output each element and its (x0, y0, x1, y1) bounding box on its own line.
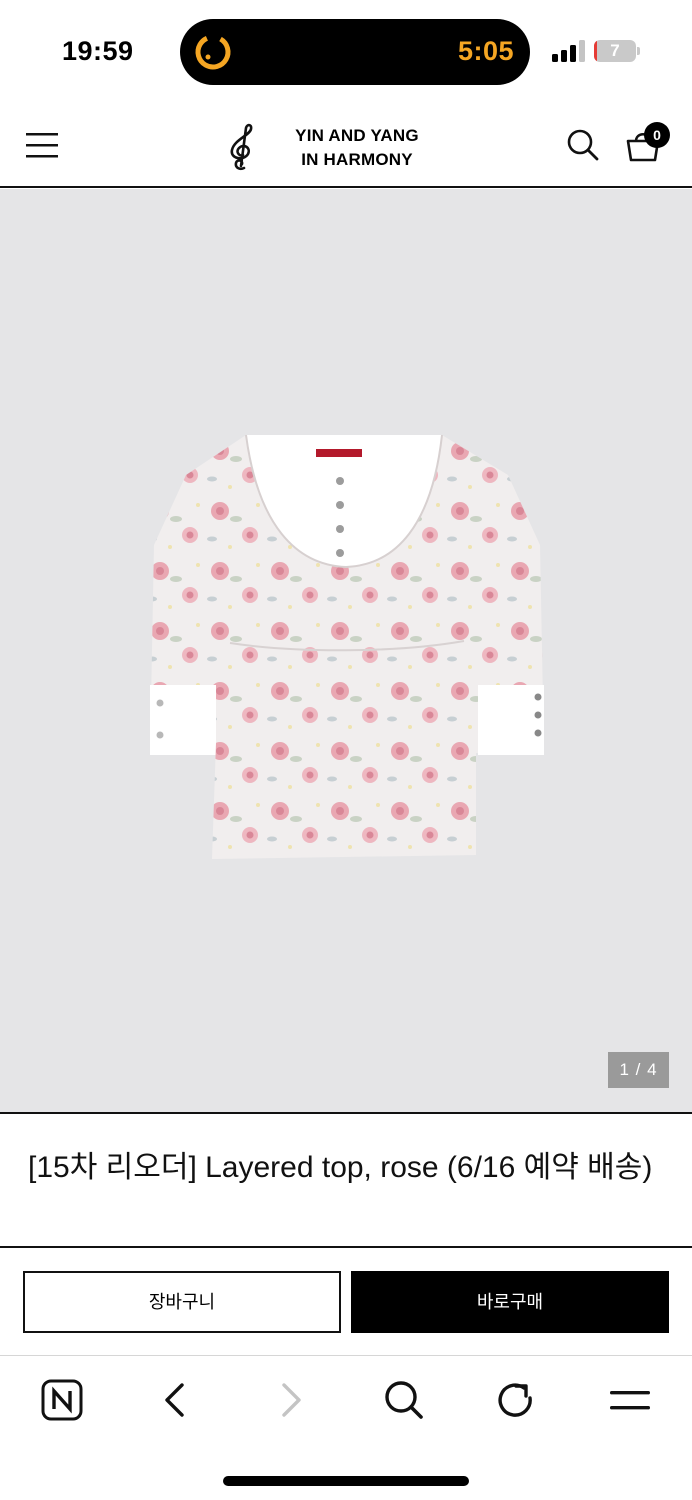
product-page: 19:59 5:05 7 YIN AND YANG IN HARMONY 0 1… (0, 0, 692, 1500)
divider (0, 1246, 692, 1248)
battery-level: 7 (610, 41, 620, 60)
treble-clef-icon (230, 123, 253, 171)
back-arrow-icon[interactable] (152, 1376, 200, 1424)
cellular-signal-icon (552, 40, 585, 62)
menu-icon[interactable] (24, 130, 60, 160)
logo-line-2: IN HARMONY (301, 150, 413, 169)
site-header: YIN AND YANG IN HARMONY 0 (0, 100, 692, 188)
dynamic-island[interactable]: 5:05 (180, 19, 530, 85)
status-time: 19:59 (62, 36, 134, 66)
buy-now-button[interactable]: 바로구매 (351, 1271, 669, 1333)
browser-toolbar (0, 1356, 692, 1446)
timer-countdown: 5:05 (457, 36, 514, 66)
logo-text: YIN AND YANG IN HARMONY (272, 124, 442, 172)
home-indicator[interactable] (223, 1476, 469, 1486)
refresh-icon[interactable] (492, 1376, 540, 1424)
naver-n-icon[interactable] (38, 1376, 86, 1424)
product-photo[interactable] (146, 435, 548, 869)
search-icon[interactable] (380, 1376, 428, 1424)
logo-line-1: YIN AND YANG (295, 126, 419, 145)
image-page-indicator: 1 / 4 (608, 1052, 669, 1088)
product-image-gallery[interactable]: 1 / 4 (0, 189, 692, 1112)
search-icon[interactable] (566, 128, 600, 162)
browser-menu-icon[interactable] (606, 1376, 654, 1424)
timer-icon (195, 34, 231, 70)
divider (0, 1112, 692, 1114)
add-to-cart-button[interactable]: 장바구니 (23, 1271, 341, 1333)
product-title: [15차 리오더] Layered top, rose (6/16 예약 배송) (28, 1151, 653, 1184)
battery-icon: 7 (594, 40, 640, 62)
brand-logo[interactable]: YIN AND YANG IN HARMONY (222, 120, 432, 176)
forward-arrow-icon[interactable] (266, 1376, 314, 1424)
status-bar: 19:59 5:05 7 (0, 0, 692, 100)
cart-count-badge: 0 (644, 122, 670, 148)
